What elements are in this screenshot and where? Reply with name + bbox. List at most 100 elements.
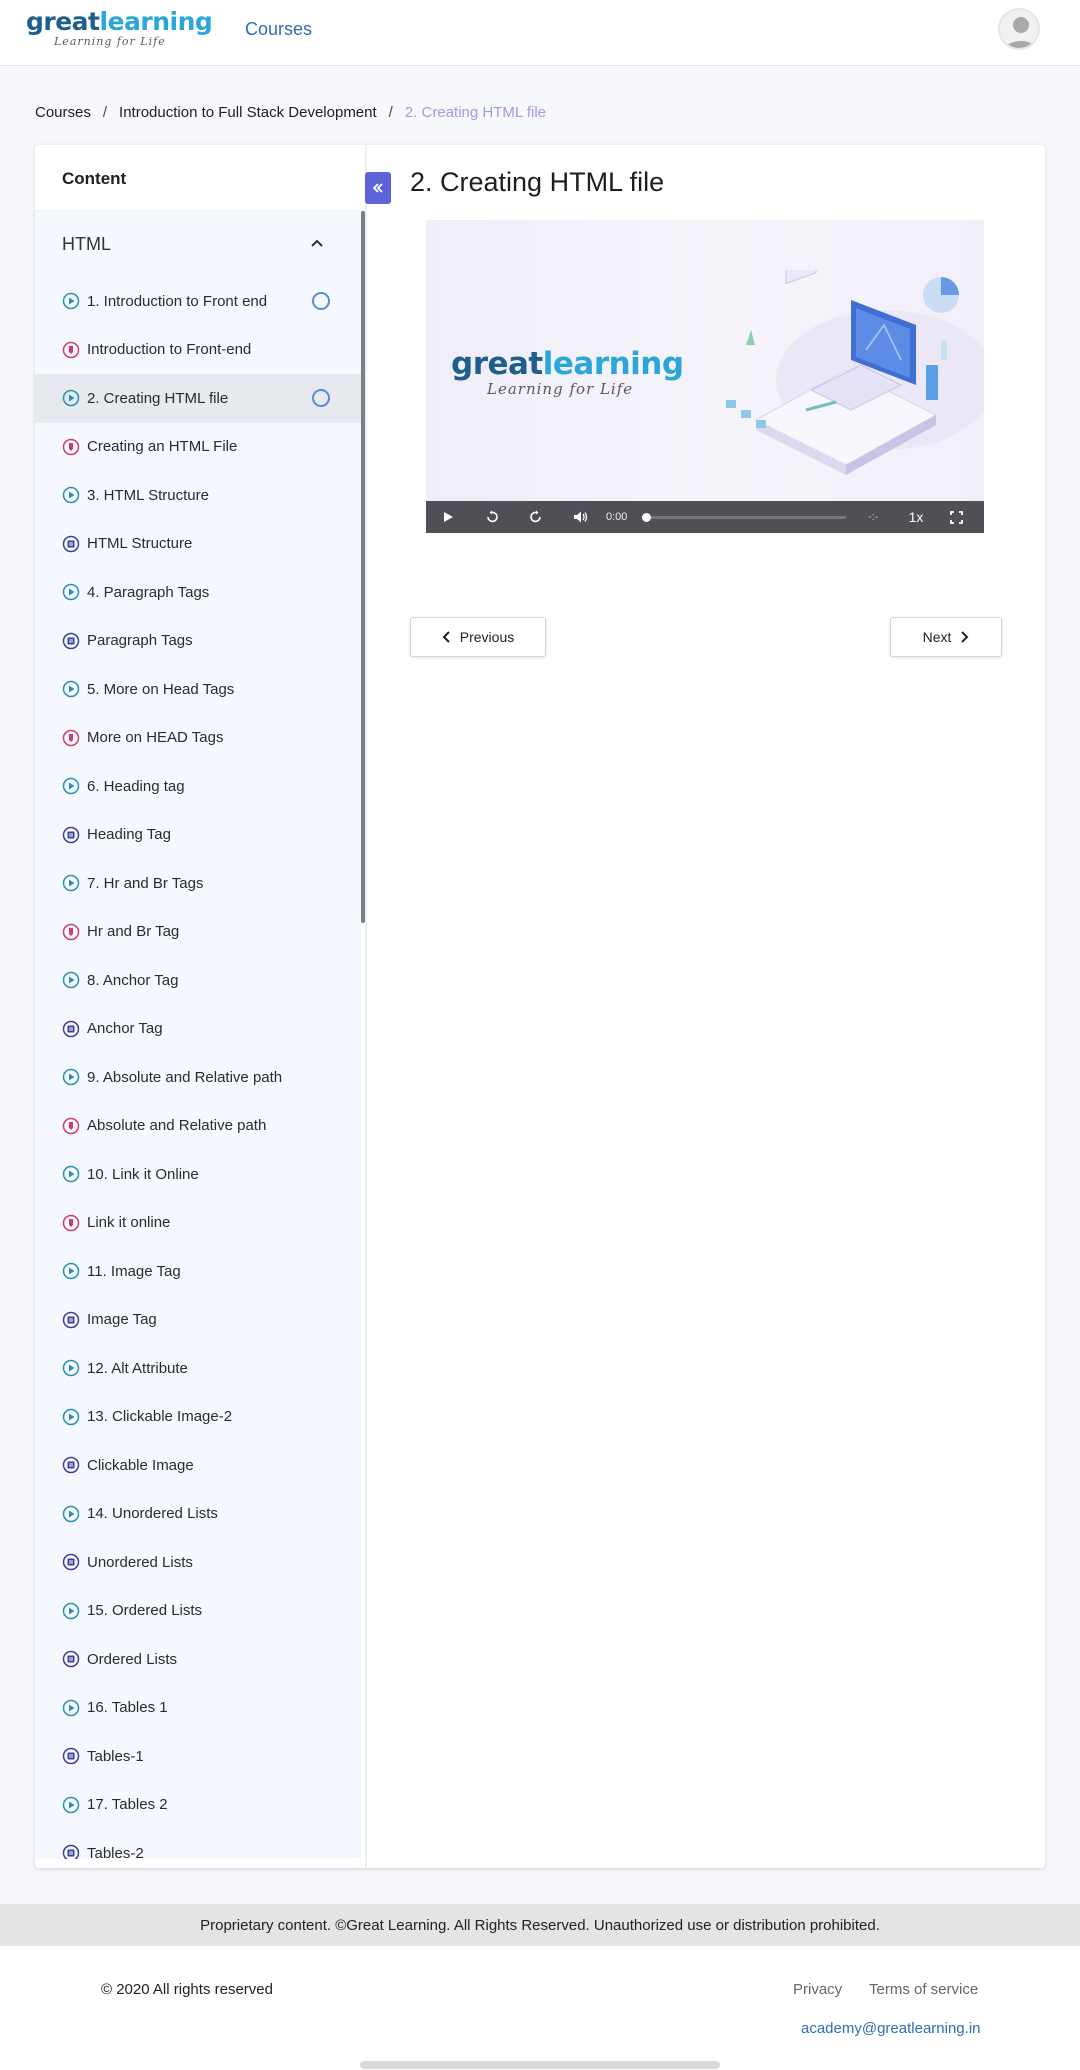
next-label: Next [922,629,952,645]
lesson-item[interactable]: Absolute and Relative path [35,1102,361,1151]
play-circle-icon [62,1166,80,1183]
play-circle-icon [62,584,80,601]
lesson-item-label: 15. Ordered Lists [87,1602,203,1620]
lesson-item-label: 17. Tables 2 [87,1796,168,1814]
breadcrumb-courses[interactable]: Courses [35,104,91,121]
logo-text-great: great [26,7,100,36]
lesson-item[interactable]: Tables-1 [35,1732,361,1781]
quiz-icon [62,632,80,649]
rewind-button[interactable] [470,501,514,533]
quiz-icon [62,1457,80,1474]
greatlearning-logo[interactable]: greatlearning Learning for Life [26,7,213,48]
lesson-item[interactable]: Creating an HTML File [35,423,361,472]
video-logo-tagline: Learning for Life [487,380,634,398]
section-header-html[interactable]: HTML [35,211,361,277]
terms-link[interactable]: Terms of service [869,1981,978,1998]
lesson-item[interactable]: 14. Unordered Lists [35,1490,361,1539]
lesson-item-label: Hr and Br Tag [87,923,180,941]
lesson-item-label: 11. Image Tag [87,1262,181,1280]
page-scrollbar[interactable] [360,2061,720,2069]
lesson-item[interactable]: Introduction to Front-end [35,326,361,375]
user-avatar[interactable] [998,8,1040,50]
lesson-item[interactable]: 15. Ordered Lists [35,1587,361,1636]
lesson-item-label: 7. Hr and Br Tags [87,874,204,892]
lesson-item[interactable]: 1. Introduction to Front end [35,277,361,326]
lesson-item[interactable]: More on HEAD Tags [35,714,361,763]
lesson-item[interactable]: Clickable Image [35,1441,361,1490]
lesson-item-label: 10. Link it Online [87,1165,199,1183]
lesson-item[interactable]: Ordered Lists [35,1635,361,1684]
top-header: greatlearning Learning for Life Courses [0,0,1080,66]
content-list[interactable]: HTML 1. Introduction to Front end Introdu… [35,211,361,1859]
site-footer: © 2020 All rights reserved Privacy Terms… [0,1946,1080,2070]
quiz-icon [62,1651,80,1668]
play-circle-icon [62,1796,80,1813]
lesson-item[interactable]: 2. Creating HTML file [35,374,361,423]
previous-label: Previous [459,629,515,645]
chevron-left-icon [442,631,450,643]
play-circle-icon [62,1699,80,1716]
lesson-item-label: 1. Introduction to Front end [87,292,268,310]
lesson-item[interactable]: Paragraph Tags [35,617,361,666]
fullscreen-button[interactable] [934,501,978,533]
lesson-item[interactable]: 12. Alt Attribute [35,1344,361,1393]
previous-button[interactable]: Previous [410,617,546,657]
play-circle-icon [62,1602,80,1619]
double-chevron-left-icon [372,183,383,193]
lesson-item-label: 5. More on Head Tags [87,680,235,698]
logo-tagline: Learning for Life [54,35,166,48]
completion-status-icon [312,292,330,310]
playback-speed-button[interactable]: 1x [898,509,934,525]
lesson-item[interactable]: Hr and Br Tag [35,908,361,957]
lesson-item[interactable]: 9. Absolute and Relative path [35,1053,361,1102]
lesson-item[interactable]: 17. Tables 2 [35,1781,361,1830]
logo-text-learning: learning [99,7,213,36]
lesson-item-label: Creating an HTML File [87,438,238,456]
nav-courses-link[interactable]: Courses [245,19,312,40]
quiz-icon [62,1845,80,1859]
lesson-items: 1. Introduction to Front end Introduction… [35,277,361,1859]
breadcrumb-course[interactable]: Introduction to Full Stack Development [119,104,377,121]
lesson-item[interactable]: Anchor Tag [35,1005,361,1054]
lesson-item[interactable]: 16. Tables 1 [35,1684,361,1733]
play-circle-icon [62,293,80,310]
contact-email-link[interactable]: academy@greatlearning.in [801,2020,981,2037]
proprietary-notice: Proprietary content. ©Great Learning. Al… [0,1904,1080,1946]
video-progress-bar[interactable] [642,512,846,522]
note-icon [62,1117,80,1134]
next-button[interactable]: Next [890,617,1002,657]
lesson-item[interactable]: 11. Image Tag [35,1247,361,1296]
lesson-item[interactable]: 13. Clickable Image-2 [35,1393,361,1442]
play-circle-icon [62,778,80,795]
lesson-item-label: Introduction to Front-end [87,341,252,359]
lesson-item[interactable]: 8. Anchor Tag [35,956,361,1005]
lesson-item[interactable]: 3. HTML Structure [35,471,361,520]
lesson-item[interactable]: Tables-2 [35,1829,361,1859]
note-icon [62,923,80,940]
lesson-item[interactable]: 4. Paragraph Tags [35,568,361,617]
lesson-item[interactable]: 5. More on Head Tags [35,665,361,714]
video-controls: 0:00 -:- 1x [426,501,984,533]
collapse-sidebar-button[interactable] [365,172,391,204]
volume-button[interactable] [558,501,602,533]
lesson-item[interactable]: Image Tag [35,1296,361,1345]
current-time: 0:00 [606,511,628,523]
forward-button[interactable] [514,501,558,533]
lesson-item[interactable]: 7. Hr and Br Tags [35,859,361,908]
lesson-item[interactable]: 10. Link it Online [35,1150,361,1199]
privacy-link[interactable]: Privacy [793,1981,842,1998]
lesson-item[interactable]: Link it online [35,1199,361,1248]
play-circle-icon [62,1263,80,1280]
play-circle-icon [62,390,80,407]
progress-knob[interactable] [642,512,651,522]
video-player[interactable]: greatlearning Learning for Life 0:00 -:-… [426,220,984,533]
lesson-item[interactable]: 6. Heading tag [35,762,361,811]
quiz-icon [62,1554,80,1571]
note-icon [62,341,80,358]
lesson-item[interactable]: Unordered Lists [35,1538,361,1587]
lesson-item[interactable]: HTML Structure [35,520,361,569]
lesson-item[interactable]: Heading Tag [35,811,361,860]
lesson-title: 2. Creating HTML file [410,167,665,197]
play-button[interactable] [426,501,470,533]
sidebar-scrollbar[interactable] [361,211,365,923]
